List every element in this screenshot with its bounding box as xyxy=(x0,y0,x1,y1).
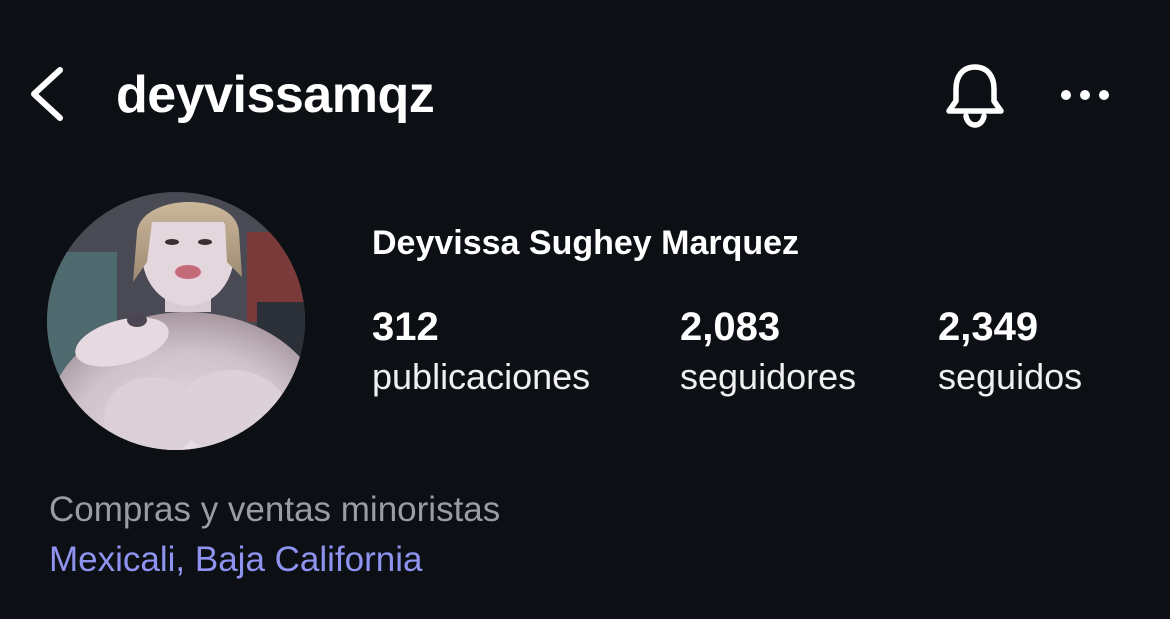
posts-label: publicaciones xyxy=(372,356,591,397)
followers-label: seguidores xyxy=(680,356,857,397)
followers-stat[interactable]: 2,083 seguidores xyxy=(680,302,856,402)
more-horizontal-icon xyxy=(1061,90,1109,100)
chevron-left-icon xyxy=(31,67,63,121)
profile-avatar[interactable] xyxy=(47,192,305,450)
following-stat[interactable]: 2,349 seguidos xyxy=(938,302,1082,402)
back-button[interactable] xyxy=(22,62,70,126)
more-options-button[interactable] xyxy=(1055,75,1115,115)
posts-count: 312 xyxy=(372,305,439,349)
posts-stat[interactable]: 312 publicaciones xyxy=(372,302,590,402)
following-count: 2,349 xyxy=(938,305,1039,349)
profile-display-name: Deyvissa Sughey Marquez xyxy=(372,224,800,262)
profile-location-link[interactable]: Mexicali, Baja California xyxy=(49,537,422,583)
profile-category: Compras y ventas minoristas xyxy=(49,490,501,529)
profile-username: deyvissamqz xyxy=(116,66,435,124)
followers-count: 2,083 xyxy=(680,305,781,349)
avatar-image xyxy=(47,192,305,450)
profile-page: deyvissamqz Deyvissa Sughey Marquez 312 … xyxy=(0,0,1170,619)
notifications-button[interactable] xyxy=(940,60,1010,130)
bell-icon xyxy=(946,64,1004,128)
following-label: seguidos xyxy=(938,356,1083,397)
